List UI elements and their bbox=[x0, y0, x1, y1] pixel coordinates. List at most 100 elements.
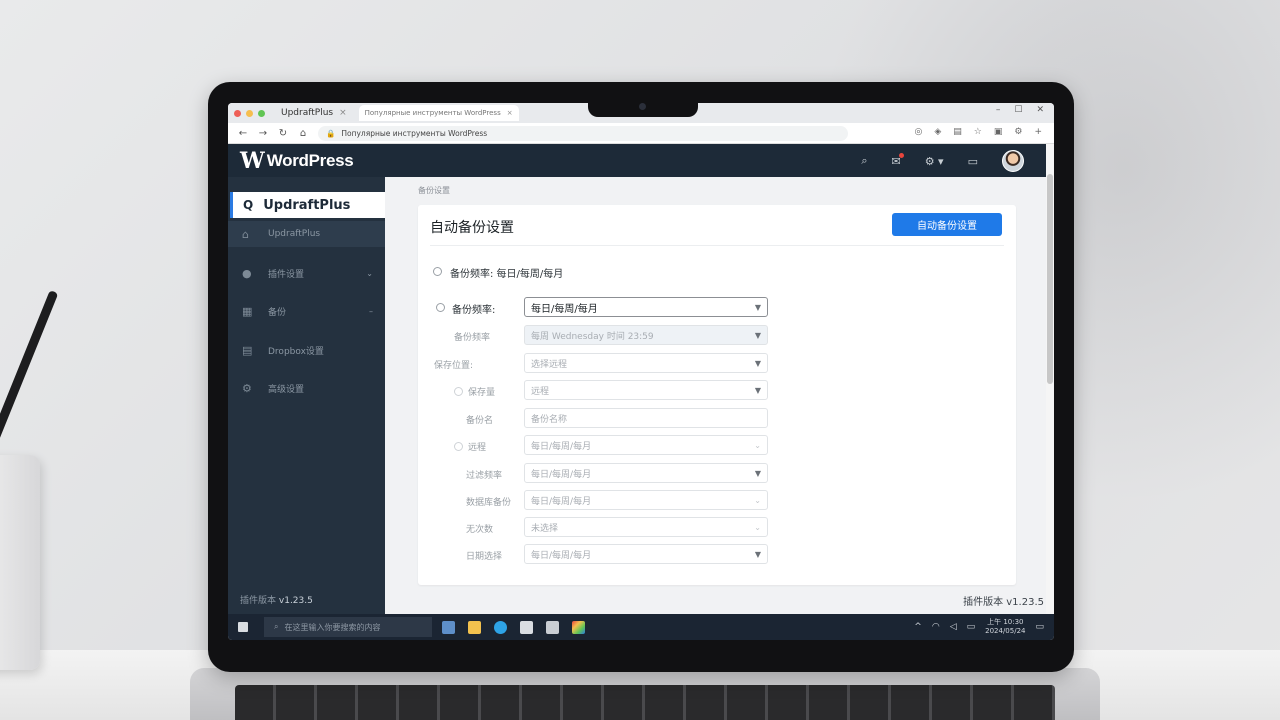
database-label: 数据库备份 bbox=[466, 498, 512, 508]
close-icon[interactable]: ✕ bbox=[1036, 105, 1044, 115]
start-icon[interactable] bbox=[238, 622, 248, 632]
sidebar-item-plugin-settings[interactable]: ● 插件设置 ⌄ bbox=[228, 260, 385, 286]
sidebar-item-label: 备份 bbox=[268, 307, 287, 318]
comments-icon[interactable]: ▭ bbox=[968, 155, 978, 168]
chevron-down-icon: ⌄ bbox=[754, 523, 761, 532]
forward-icon[interactable]: → bbox=[258, 128, 268, 139]
sidebar-item-backup[interactable]: ▦ 备份 – bbox=[228, 298, 385, 324]
url-input[interactable]: 🔒 Популярные инструменты WordPress bbox=[318, 125, 848, 141]
browser-address-bar: ← → ↻ ⌂ 🔒 Популярные инструменты WordPre… bbox=[228, 123, 1054, 144]
chevron-icon: – bbox=[369, 306, 373, 316]
schedule-select[interactable]: 每周 Wednesday 时间 23:59 ▼ bbox=[524, 325, 768, 345]
wifi-icon[interactable]: ◠ bbox=[932, 622, 940, 632]
zoom-dot-icon[interactable] bbox=[258, 109, 265, 117]
battery-icon[interactable]: ▭ bbox=[967, 622, 976, 632]
taskbar-search-input[interactable]: ⌕ 在这里输入你要搜索的内容 bbox=[264, 617, 432, 637]
archive-icon: ▤ bbox=[242, 343, 253, 357]
sidebar-header-label: UpdraftPlus bbox=[263, 197, 351, 213]
clock-date: 2024/05/24 bbox=[985, 627, 1026, 635]
home-icon: ⌂ bbox=[242, 227, 249, 241]
main-content: 备份设置 自动备份设置 自动备份设置 备份频率: 每日/每周/每月 备份频率: … bbox=[385, 177, 1054, 614]
minimize-icon[interactable]: – bbox=[996, 105, 1001, 115]
close-dot-icon[interactable] bbox=[234, 109, 241, 117]
auto-backup-button[interactable]: 自动备份设置 bbox=[892, 213, 1002, 236]
sidebar-item-updraftplus[interactable]: ⌂ UpdraftPlus bbox=[228, 221, 385, 247]
sidebar-item-label: UpdraftPlus bbox=[268, 229, 321, 239]
chevron-down-icon: ▼ bbox=[754, 303, 761, 312]
admin-bar-tools: ⌕ ✉ ⚙ ▾ ▭ bbox=[861, 150, 1024, 172]
location-select[interactable]: 选择远程 ▼ bbox=[524, 353, 768, 373]
grid-icon: ▦ bbox=[242, 304, 253, 318]
reload-icon[interactable]: ↻ bbox=[278, 128, 288, 139]
remote-label: 远程 bbox=[468, 443, 487, 453]
frequency-radio[interactable] bbox=[433, 267, 442, 276]
input-placeholder: 备份名称 bbox=[531, 414, 568, 425]
edge-icon[interactable] bbox=[494, 620, 507, 634]
scroll-thumb[interactable] bbox=[1047, 174, 1053, 384]
frequency-radio-2[interactable] bbox=[436, 303, 445, 312]
wordpress-logo[interactable]: W WordPress bbox=[240, 147, 354, 174]
filter-select[interactable]: 每日/每周/每月 ▼ bbox=[524, 463, 768, 483]
tab-close-icon[interactable]: × bbox=[507, 109, 513, 117]
store-icon[interactable] bbox=[520, 620, 533, 634]
volume-icon[interactable]: ◁ bbox=[950, 622, 957, 632]
file-explorer-icon[interactable] bbox=[468, 620, 481, 634]
chevron-up-icon[interactable]: ^ bbox=[914, 622, 922, 632]
backup-name-input[interactable]: 备份名称 bbox=[524, 408, 768, 428]
task-view-icon[interactable] bbox=[442, 620, 455, 634]
wordpress-logo-icon: W bbox=[240, 147, 265, 174]
shield-icon[interactable]: ◈ bbox=[934, 127, 941, 137]
reader-icon[interactable]: ▤ bbox=[953, 127, 962, 137]
page-scrollbar[interactable] bbox=[1046, 144, 1054, 614]
schedule-label: 备份频率 bbox=[454, 333, 491, 343]
sidebar-item-dropbox[interactable]: ▤ Dropbox设置 bbox=[228, 337, 385, 363]
wp-admin-bar: W WordPress ⌕ ✉ ⚙ ▾ ▭ bbox=[228, 144, 1054, 177]
notifications-icon[interactable]: ✉ bbox=[891, 152, 904, 168]
collections-icon[interactable]: ▣ bbox=[994, 127, 1003, 137]
extension-icon[interactable]: ◎ bbox=[914, 127, 922, 137]
new-tab-icon[interactable]: + bbox=[1034, 127, 1042, 137]
home-icon[interactable]: ⌂ bbox=[298, 128, 308, 139]
frequency-select[interactable]: 每日/每周/每月 ▼ bbox=[524, 297, 768, 317]
chevron-down-icon: ▼ bbox=[754, 359, 761, 368]
retention-label: 保存量 bbox=[468, 388, 496, 398]
tab-updraftplus[interactable]: UpdraftPlus × bbox=[275, 105, 353, 121]
page-title: 自动备份设置 bbox=[430, 220, 514, 236]
sidebar-header-updraftplus[interactable]: Q UpdraftPlus bbox=[230, 192, 385, 218]
database-select[interactable]: 每日/每周/每月 ⌄ bbox=[524, 490, 768, 510]
sidebar-item-label: 插件设置 bbox=[268, 269, 305, 280]
search-icon[interactable]: ⌕ bbox=[861, 154, 867, 168]
remote-radio[interactable] bbox=[454, 442, 463, 451]
count-label: 无次数 bbox=[466, 525, 494, 535]
avatar[interactable] bbox=[1002, 150, 1024, 172]
sidebar-item-advanced[interactable]: ⚙ 高级设置 bbox=[228, 375, 385, 401]
chrome-icon[interactable] bbox=[572, 620, 585, 634]
chevron-down-icon: ⌄ bbox=[366, 268, 373, 278]
footer-version-value: v1.23.5 bbox=[1006, 597, 1044, 608]
sidebar-version: 插件版本 v1.23.5 bbox=[240, 593, 313, 606]
retention-select[interactable]: 远程 ▼ bbox=[524, 380, 768, 400]
mail-icon[interactable] bbox=[546, 620, 559, 634]
back-icon[interactable]: ← bbox=[238, 128, 248, 139]
bookmark-icon[interactable]: ☆ bbox=[974, 127, 982, 137]
settings-icon[interactable]: ⚙ ▾ bbox=[925, 155, 944, 168]
tab-close-icon[interactable]: × bbox=[339, 108, 347, 118]
date-select[interactable]: 每日/每周/每月 ▼ bbox=[524, 544, 768, 564]
clock[interactable]: 上午 10:30 2024/05/24 bbox=[985, 618, 1025, 636]
admin-sidebar: Q UpdraftPlus ⌂ UpdraftPlus ● 插件设置 ⌄ ▦ 备… bbox=[228, 177, 385, 614]
sidebar-item-label: 高级设置 bbox=[268, 384, 305, 395]
gear-icon: ⚙ bbox=[242, 381, 252, 395]
retention-radio[interactable] bbox=[454, 387, 463, 396]
remote-select[interactable]: 每日/每周/每月 ⌄ bbox=[524, 435, 768, 455]
notifications-icon[interactable]: ▭ bbox=[1035, 622, 1044, 632]
minimize-dot-icon[interactable] bbox=[246, 109, 253, 117]
settings-icon[interactable]: ⚙ bbox=[1014, 127, 1022, 137]
date-label: 日期选择 bbox=[466, 552, 503, 562]
maximize-icon[interactable]: ☐ bbox=[1014, 105, 1022, 115]
frequency-label: 备份频率: 每日/每周/每月 bbox=[450, 269, 564, 280]
tab-label: Популярные инструменты WordPress bbox=[364, 109, 501, 117]
tab-wordpress-tools[interactable]: Популярные инструменты WordPress × bbox=[358, 105, 519, 121]
taskbar: ⌕ 在这里输入你要搜索的内容 ^ ◠ ◁ ▭ 上午 10:30 2024/05/… bbox=[228, 614, 1054, 640]
count-select[interactable]: 未选择 ⌄ bbox=[524, 517, 768, 537]
laptop-screen: UpdraftPlus × Популярные инструменты Wor… bbox=[228, 103, 1054, 640]
